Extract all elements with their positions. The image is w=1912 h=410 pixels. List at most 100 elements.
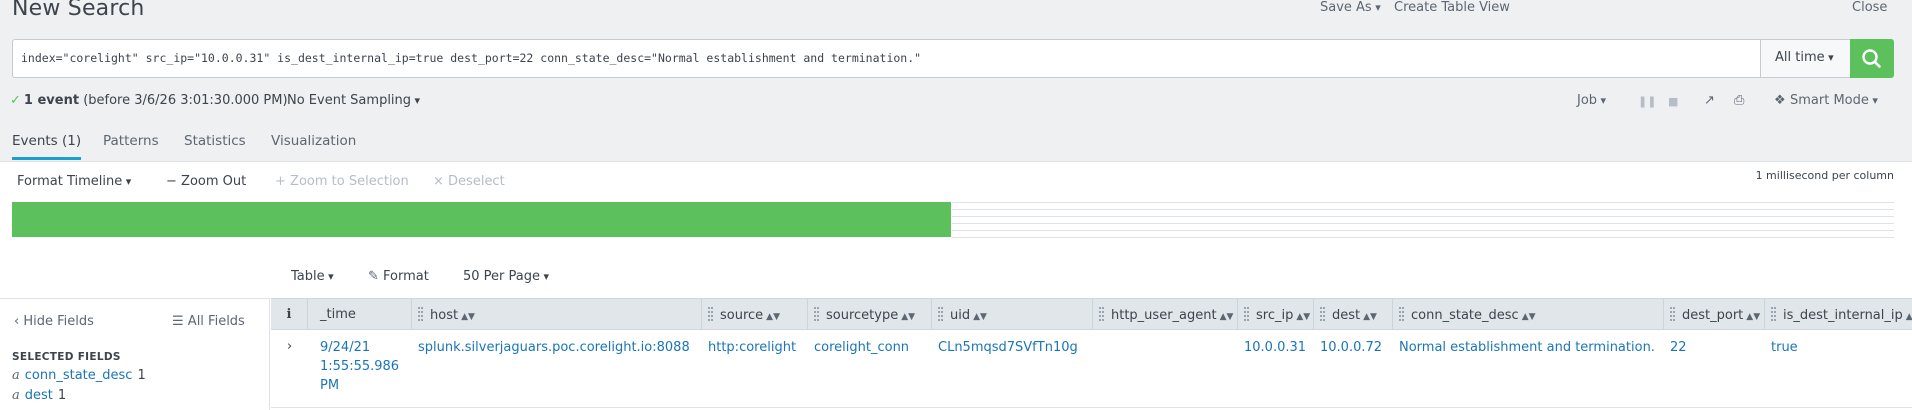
fields-sidebar: ‹ Hide Fields ☰ All Fields SELECTED FIEL… [0, 298, 270, 410]
sort-icon[interactable]: ▲▼ [1296, 312, 1310, 322]
per-page-menu[interactable]: 50 Per Page [463, 269, 549, 284]
format-button[interactable]: ✎ Format [368, 269, 429, 284]
event-sampling-menu[interactable]: No Event Sampling [287, 93, 420, 108]
sort-icon[interactable]: ▲▼ [1906, 312, 1912, 322]
sort-icon[interactable]: ▲▼ [973, 312, 987, 322]
share-icon[interactable]: ↗ [1704, 93, 1715, 108]
column-header-dest[interactable]: dest ▲▼ [1313, 299, 1392, 330]
format-label: Format [383, 269, 429, 284]
field-conn-state-desc[interactable]: a conn_state_desc 1 [12, 368, 146, 383]
drag-handle-icon[interactable] [418, 307, 423, 321]
column-header-is-dest-internal-ip[interactable]: is_dest_internal_ip▲▼ [1764, 299, 1912, 330]
search-icon [1862, 49, 1881, 68]
cell-host[interactable]: splunk.silverjaguars.poc.corelight.io:80… [418, 338, 690, 357]
all-fields-link[interactable]: ☰ All Fields [172, 314, 245, 329]
selected-fields-header: SELECTED FIELDS [12, 351, 121, 363]
cell-uid[interactable]: CLn5mqsd7SVfTn10g [938, 338, 1078, 357]
search-mode-menu[interactable]: Smart Mode [1790, 93, 1878, 108]
column-label: _time [320, 307, 356, 322]
page-title: New Search [12, 0, 145, 21]
chevron-left-icon: ‹ [14, 314, 20, 329]
drag-handle-icon[interactable] [1320, 307, 1325, 321]
sort-icon[interactable]: ▲▼ [1220, 312, 1234, 322]
cell-dest[interactable]: 10.0.0.72 [1320, 338, 1382, 357]
timeline-chart[interactable] [12, 200, 1894, 238]
job-status: ✓ 1 event (before 3/6/26 3:01:30.000 PM) [10, 93, 288, 108]
drag-handle-icon[interactable] [1099, 307, 1104, 321]
timeline-gridline [952, 216, 1894, 217]
drag-handle-icon[interactable] [938, 307, 943, 321]
sort-icon[interactable]: ▲▼ [1746, 312, 1760, 322]
column-header-dest-port[interactable]: dest_port ▲▼ [1663, 299, 1764, 330]
timeline-bar[interactable] [12, 202, 951, 237]
print-icon[interactable]: ⎙ [1734, 93, 1744, 108]
timeline-gridline [952, 237, 1894, 238]
column-header-http-user-agent[interactable]: http_user_agent ▲▼ [1092, 299, 1237, 330]
column-header-time[interactable]: _time [307, 299, 411, 330]
tab-events[interactable]: Events (1) [12, 133, 82, 160]
cell-src-ip[interactable]: 10.0.0.31 [1244, 338, 1306, 357]
column-header-sourcetype[interactable]: sourcetype ▲▼ [807, 299, 931, 330]
zoom-to-selection-button[interactable]: + Zoom to Selection [275, 174, 409, 189]
column-label: is_dest_internal_ip [1783, 308, 1903, 323]
events-table: i _time host ▲▼ source ▲▼ sourcetype ▲▼ uid… [271, 298, 1912, 410]
search-bar[interactable]: index="corelight" src_ip="10.0.0.31" is_… [12, 39, 1860, 78]
cell-sourcetype[interactable]: corelight_conn [814, 338, 909, 357]
drag-handle-icon[interactable] [1771, 307, 1776, 321]
event-count: 1 event [23, 93, 80, 108]
job-menu[interactable]: Job [1577, 93, 1606, 108]
info-column-header: i [286, 307, 292, 322]
plus-icon: + [275, 174, 286, 189]
column-header-conn-state-desc[interactable]: conn_state_desc ▲▼ [1392, 299, 1663, 330]
column-header-uid[interactable]: uid ▲▼ [931, 299, 1092, 330]
tab-visualization[interactable]: Visualization [271, 133, 356, 157]
cell-source[interactable]: http:corelight [708, 338, 796, 357]
deselect-button[interactable]: × Deselect [433, 174, 505, 189]
cell-is-dest-internal-ip[interactable]: true [1771, 338, 1798, 357]
drag-handle-icon[interactable] [814, 307, 819, 321]
drag-handle-icon[interactable] [1670, 307, 1675, 321]
minus-icon: − [166, 174, 177, 189]
drag-handle-icon[interactable] [708, 307, 713, 321]
check-icon: ✓ [10, 93, 21, 108]
search-button[interactable] [1850, 39, 1894, 78]
zoom-out-label: Zoom Out [181, 174, 247, 189]
view-type-menu[interactable]: Table [291, 269, 334, 284]
cell-time[interactable]: 9/24/21 1:55:55.986 PM [320, 338, 399, 395]
drag-handle-icon[interactable] [1399, 307, 1404, 321]
time-range-picker[interactable]: All time [1760, 40, 1850, 77]
close-button[interactable]: Close [1852, 0, 1887, 15]
timeline-gridline [952, 223, 1894, 224]
cell-conn-state-desc[interactable]: Normal establishment and termination. [1399, 338, 1655, 357]
sort-icon[interactable]: ▲▼ [1363, 312, 1377, 322]
save-as-menu[interactable]: Save As [1320, 0, 1381, 15]
column-label: src_ip [1256, 308, 1294, 323]
stop-icon[interactable]: ■ [1668, 95, 1678, 108]
x-icon: × [433, 174, 444, 189]
format-timeline-menu[interactable]: Format Timeline [17, 174, 131, 189]
timeline-gridline [952, 230, 1894, 231]
drag-handle-icon[interactable] [1244, 307, 1249, 321]
sort-icon[interactable]: ▲▼ [1522, 312, 1536, 322]
tab-patterns[interactable]: Patterns [103, 133, 159, 157]
sort-icon[interactable]: ▲▼ [901, 312, 915, 322]
timeline-scale: 1 millisecond per column [1755, 169, 1894, 182]
pause-icon[interactable]: ❚❚ [1638, 95, 1656, 108]
cell-dest-port[interactable]: 22 [1670, 338, 1687, 357]
pencil-icon: ✎ [368, 269, 379, 284]
column-label: uid [950, 308, 971, 323]
column-header-src-ip[interactable]: src_ip ▲▼ [1237, 299, 1313, 330]
sort-icon[interactable]: ▲▼ [461, 312, 475, 322]
column-header-host[interactable]: host ▲▼ [411, 299, 701, 330]
column-label: source [720, 308, 764, 323]
column-header-source[interactable]: source ▲▼ [701, 299, 807, 330]
zoom-out-button[interactable]: − Zoom Out [166, 174, 246, 189]
tab-statistics[interactable]: Statistics [184, 133, 246, 157]
create-table-view-button[interactable]: Create Table View [1394, 0, 1510, 15]
search-query-input[interactable]: index="corelight" src_ip="10.0.0.31" is_… [21, 51, 921, 65]
sort-icon[interactable]: ▲▼ [766, 312, 780, 322]
chevron-right-icon[interactable]: › [287, 339, 292, 354]
field-name: dest [24, 388, 53, 403]
hide-fields-link[interactable]: ‹ Hide Fields [14, 314, 94, 329]
field-dest[interactable]: a dest 1 [12, 388, 66, 403]
